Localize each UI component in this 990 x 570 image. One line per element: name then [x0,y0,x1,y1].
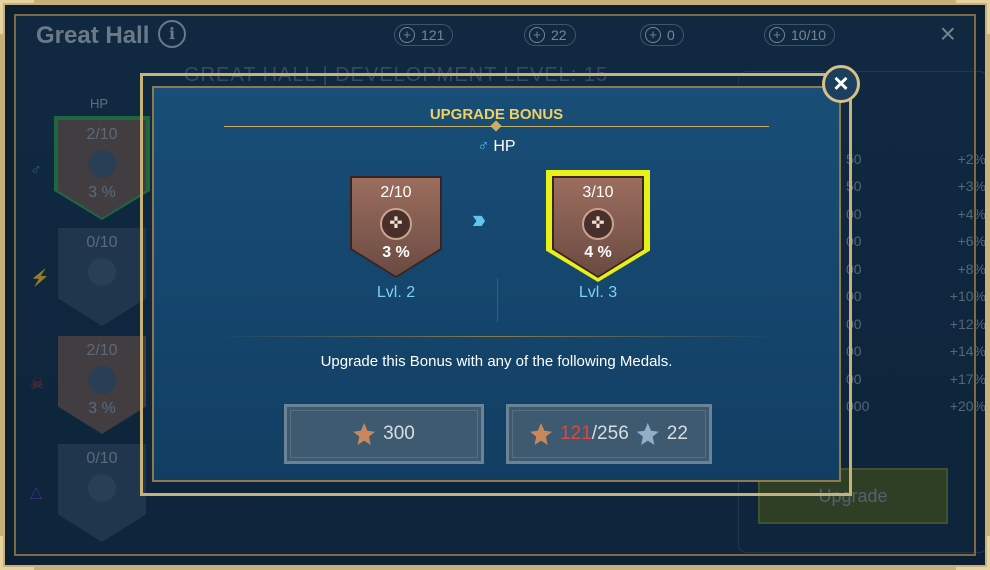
medal-icon [353,423,376,445]
crosshair-icon [88,474,116,502]
current-level-label: Lvl. 2 [376,284,416,301]
frame-corner [956,0,990,34]
crosshair-icon: ✜ [582,208,614,240]
level-separator [497,278,498,322]
bronze-medal-resource[interactable]: +121 [394,24,454,46]
next-level-label: Lvl. 3 [578,284,618,301]
crosshair-icon [88,258,116,286]
stat-name: ♂ HP [477,138,516,155]
hp-icon: ♂ [30,162,42,179]
plus-icon[interactable]: + [529,27,545,43]
skull-icon: ☠ [30,376,45,393]
crosshair-icon [88,150,116,178]
required-medals: /256 [591,423,629,444]
great-hall-title: Great Hall [36,22,150,49]
silver-medal-icon [636,423,659,445]
bg-bonus-shield[interactable]: 2/10 3 % [58,120,146,218]
hp-icon: ♂ [477,138,490,155]
bg-bonus-shield[interactable]: 2/10 3 % [58,336,146,434]
current-bonus-shield: 2/10 ✜ 3 % [352,178,440,276]
frame-corner [0,536,34,570]
info-icon[interactable]: i [158,20,186,48]
upgrade-arrows-icon: ››› [472,204,486,234]
attack-icon: ⚡ [30,270,50,287]
plus-icon[interactable]: + [769,27,785,43]
close-icon[interactable]: × [940,18,956,50]
upgrade-bonus-dialog: UPGRADE BONUS ♂ HP 2/10 ✜ 3 % Lvl. 2 ››› … [152,86,841,482]
silver-medal-resource[interactable]: +22 [524,24,576,46]
upgrade-instructions: Upgrade this Bonus with any of the follo… [320,353,673,370]
hp-column-header: HP [90,96,109,111]
owned-medals: 121 [560,423,592,444]
bronze-medal-icon [530,423,553,445]
bg-bonus-shield[interactable]: 0/10 [58,444,146,542]
triangle-icon: △ [30,484,43,501]
plus-icon[interactable]: + [399,27,415,43]
section-divider [214,336,779,337]
close-icon[interactable]: × [822,65,860,103]
bg-bonus-shield[interactable]: 0/10 [58,228,146,326]
plus-icon[interactable]: + [645,27,661,43]
egg-resource[interactable]: +10/10 [764,24,836,46]
upgrade-with-mixed-medals-button[interactable]: 121/256 22 [506,404,712,464]
frame-corner [0,0,34,34]
silver-medal-count: 22 [666,423,688,444]
crosshair-icon: ✜ [380,208,412,240]
crosshair-icon [88,366,116,394]
frame-corner [956,536,990,570]
gold-medal-resource[interactable]: +0 [640,24,684,46]
upgrade-with-gold-medals-button[interactable]: 300 [284,404,484,464]
